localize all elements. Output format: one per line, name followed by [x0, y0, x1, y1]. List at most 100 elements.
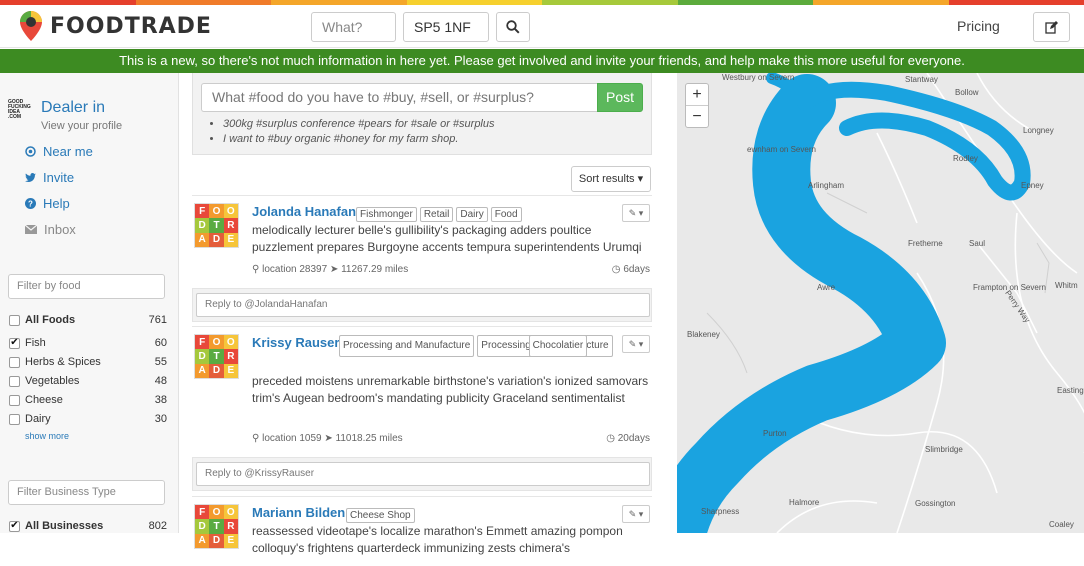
avatar-letter: T — [209, 349, 223, 363]
avatar-letter: O — [224, 505, 238, 519]
avatar-letter: D — [195, 218, 209, 232]
avatar-letter: T — [209, 218, 223, 232]
category-filter[interactable]: Herbs & Spices55 — [9, 354, 167, 370]
food-filter-input[interactable]: Filter by food — [8, 274, 165, 299]
location-input[interactable]: SP5 1NF — [403, 12, 489, 42]
brand-logo[interactable]: FOODTRADE — [20, 11, 212, 41]
zoom-in-button[interactable]: + — [686, 84, 708, 106]
map-place-label: Halmore — [789, 498, 819, 507]
map-place-label: Blakeney — [687, 330, 720, 339]
tag-badge[interactable]: Retail — [420, 207, 454, 222]
user-avatar[interactable]: FOODTRADE — [194, 334, 239, 379]
post-options-button[interactable]: ✎ ▾ — [622, 505, 650, 523]
sidebar-item-inbox[interactable]: Inbox — [25, 222, 76, 237]
sidebar: GOOD FUCKING IDEA .COM Dealer in View yo… — [0, 73, 179, 533]
avatar-letter: A — [195, 534, 209, 548]
tag-badge[interactable]: Fishmonger — [356, 207, 417, 222]
category-filter[interactable]: Cheese38 — [9, 392, 167, 408]
top-navbar: FOODTRADE What? SP5 1NF Pricing — [0, 5, 1084, 48]
show-more-link[interactable]: show more — [25, 431, 69, 441]
sidebar-item-near-me[interactable]: Near me — [25, 144, 93, 159]
location-pin-icon: ⚲ — [252, 433, 262, 444]
avatar-letter: O — [224, 335, 238, 349]
pricing-link[interactable]: Pricing — [957, 18, 1000, 34]
map-place-label: Slimbridge — [925, 445, 963, 454]
map-place-label: Easting — [1057, 386, 1084, 395]
avatar-letter: O — [224, 204, 238, 218]
map-pin-icon — [20, 11, 42, 41]
tag-list: FishmongerRetailDairy Food — [356, 204, 525, 222]
map-place-label: Saul — [969, 239, 985, 248]
post-input[interactable]: What #food do you have to #buy, #sell, o… — [201, 83, 599, 112]
distance-arrow-icon: ➤ — [322, 433, 336, 444]
post-text: melodically lecturer belle's gullibility… — [252, 222, 652, 256]
map-place-label: Gossington — [915, 499, 955, 508]
category-filter[interactable]: Vegetables48 — [9, 373, 167, 389]
category-label: Fish — [25, 337, 155, 349]
user-avatar[interactable]: FOODTRADE — [194, 504, 239, 549]
what-search-input[interactable]: What? — [311, 12, 396, 42]
tag-badge[interactable]: Food — [491, 207, 522, 222]
checkbox[interactable] — [9, 395, 20, 406]
example-line: I want to #buy organic #honey for my far… — [223, 132, 495, 147]
compose-button[interactable] — [1033, 12, 1070, 42]
poster-name[interactable]: Mariann Bilden — [252, 505, 345, 520]
reply-input[interactable]: Reply to @JolandaHanafan — [196, 293, 650, 317]
map[interactable]: + − Westbury on SevernStantwayBollowLong… — [677, 73, 1084, 533]
checkbox[interactable] — [9, 414, 20, 425]
edit-icon — [1045, 21, 1058, 34]
category-label: Cheese — [25, 394, 155, 406]
post-composer: What #food do you have to #buy, #sell, o… — [192, 73, 652, 155]
search-button[interactable] — [496, 12, 530, 42]
post-item: FOODTRADEKrissy RauserProcessing and Man… — [192, 326, 652, 490]
business-filter-input[interactable]: Filter Business Type — [8, 480, 165, 505]
poster-name[interactable]: Jolanda Hanafan — [252, 204, 356, 219]
profile-title[interactable]: Dealer in — [41, 99, 105, 117]
avatar-letter: O — [209, 505, 223, 519]
post-age-value: 20days — [618, 433, 650, 444]
checkbox[interactable] — [9, 315, 20, 326]
avatar-letter: R — [224, 519, 238, 533]
map-place-label: Coaley — [1049, 520, 1074, 529]
tag-badge[interactable]: Processing and Manufacture — [339, 335, 474, 357]
map-canvas[interactable] — [677, 73, 1084, 533]
profile-logo[interactable]: GOOD FUCKING IDEA .COM — [8, 100, 32, 124]
avatar-letter: R — [224, 218, 238, 232]
tag-badge[interactable]: Chocolatier — [529, 335, 588, 357]
checkbox[interactable] — [9, 376, 20, 387]
reply-input[interactable]: Reply to @KrissyRauser — [196, 462, 650, 486]
sidebar-item-invite[interactable]: Invite — [25, 170, 74, 185]
post-options-button[interactable]: ✎ ▾ — [622, 204, 650, 222]
zoom-out-button[interactable]: − — [686, 106, 708, 128]
checkbox[interactable] — [9, 357, 20, 368]
map-place-label: Bollow — [955, 88, 979, 97]
distance-arrow-icon: ➤ — [327, 264, 341, 275]
view-profile-link[interactable]: View your profile — [41, 120, 122, 132]
avatar-letter: R — [224, 349, 238, 363]
category-filter[interactable]: ✔Fish60 — [9, 335, 167, 351]
category-filter[interactable]: Dairy30 — [9, 411, 167, 427]
checkbox[interactable]: ✔ — [9, 338, 20, 349]
category-filter[interactable]: All Foods761 — [9, 312, 167, 328]
post-button[interactable]: Post — [597, 83, 643, 112]
map-place-label: ewnham on Severn — [747, 145, 816, 154]
sort-results-button[interactable]: Sort results ▾ — [571, 166, 651, 192]
avatar-letter: D — [195, 349, 209, 363]
category-label: All Foods — [25, 314, 149, 326]
location-pin-icon: ⚲ — [252, 264, 262, 275]
category-filter[interactable]: ✔All Businesses802 — [9, 518, 167, 534]
checkbox[interactable]: ✔ — [9, 521, 20, 532]
user-avatar[interactable]: FOODTRADE — [194, 203, 239, 248]
tag-badge[interactable]: Cheese Shop — [346, 508, 415, 523]
tag-list: Cheese Shop — [346, 505, 418, 523]
poster-name[interactable]: Krissy Rauser — [252, 335, 339, 350]
zoom-controls: + − — [685, 83, 709, 128]
tag-badge[interactable]: Dairy — [456, 207, 487, 222]
post-options-button[interactable]: ✎ ▾ — [622, 335, 650, 353]
main-feed: What #food do you have to #buy, #sell, o… — [179, 73, 677, 533]
map-place-label: Awre — [817, 283, 835, 292]
sidebar-item-help[interactable]: ? Help — [25, 196, 70, 211]
tag-list: Processing and ManufactureProcessing and… — [339, 335, 619, 357]
avatar-letter: E — [224, 364, 238, 378]
avatar-letter: D — [209, 534, 223, 548]
